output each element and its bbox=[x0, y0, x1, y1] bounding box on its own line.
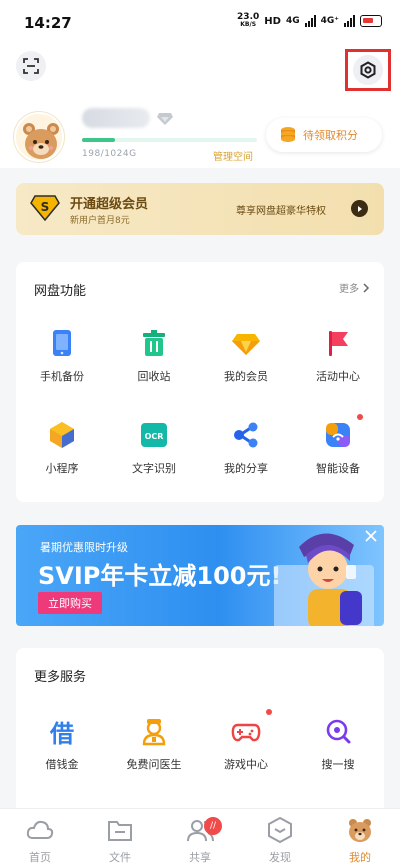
scan-button[interactable] bbox=[16, 51, 46, 81]
vip-banner-subtitle: 新用户首月8元 bbox=[70, 216, 130, 226]
diamond-icon bbox=[232, 334, 260, 355]
status-indicators: 23.0 KB/S HD 4G 4G⁺ bbox=[237, 13, 382, 29]
cloud-icon bbox=[26, 820, 54, 839]
feature-phone-backup[interactable]: 手机备份 bbox=[16, 328, 108, 384]
feature-recycle-bin[interactable]: 回收站 bbox=[108, 328, 200, 384]
more-services-card: 更多服务 借 借钱金 免费问医生 游戏中心 搜一搜 bbox=[16, 648, 384, 818]
promo-tagline: 暑期优惠限时升级 bbox=[40, 541, 128, 554]
signal-4g-1: 4G bbox=[285, 16, 300, 26]
bottom-tab-bar: 首页 文件 // 共享 发现 我的 bbox=[0, 808, 400, 867]
hd-indicator: HD bbox=[264, 15, 281, 27]
flag-icon bbox=[329, 331, 348, 356]
settings-hexagon-icon bbox=[360, 61, 376, 79]
status-time: 14:27 bbox=[24, 14, 72, 32]
avatar[interactable] bbox=[14, 112, 64, 162]
service-loan[interactable]: 借 借钱金 bbox=[16, 716, 108, 772]
notification-badge: // bbox=[204, 817, 222, 835]
mini-program-icon bbox=[50, 422, 74, 448]
discover-icon bbox=[268, 816, 292, 844]
svg-text:S: S bbox=[41, 200, 50, 214]
buy-now-button[interactable]: 立即购买 bbox=[38, 592, 102, 614]
vip-upgrade-banner[interactable]: S 开通超级会员 新用户首月8元 尊享网盘超豪华特权 bbox=[16, 183, 384, 235]
claim-points-button[interactable]: 待领取积分 bbox=[266, 118, 382, 152]
section-title: 网盘功能 bbox=[34, 284, 87, 299]
service-search[interactable]: 搜一搜 bbox=[292, 716, 384, 772]
network-speed: 23.0 KB/S bbox=[237, 12, 260, 29]
vip-banner-slogan: 尊享网盘超豪华特权 bbox=[236, 206, 326, 217]
recycle-bin-icon bbox=[143, 330, 165, 356]
feature-ocr[interactable]: OCR 文字识别 bbox=[108, 420, 200, 476]
storage-usage-text: 198/1024G bbox=[82, 149, 137, 159]
tab-discover[interactable]: 发现 bbox=[240, 815, 320, 865]
scan-icon bbox=[23, 58, 39, 74]
tab-mine[interactable]: 我的 bbox=[320, 815, 400, 865]
storage-progress-bar bbox=[82, 138, 257, 142]
signal-4g-2: 4G⁺ bbox=[320, 16, 339, 26]
feature-my-membership[interactable]: 我的会员 bbox=[200, 328, 292, 384]
signal-icon-2 bbox=[344, 15, 355, 27]
bear-avatar-icon bbox=[23, 123, 59, 159]
feature-smart-devices[interactable]: 智能设备 bbox=[292, 414, 384, 476]
svip-badge-icon: S bbox=[30, 195, 60, 221]
signal-icon-1 bbox=[304, 15, 316, 27]
phone-backup-icon bbox=[53, 330, 71, 356]
status-bar: 14:27 23.0 KB/S HD 4G 4G⁺ bbox=[0, 0, 400, 44]
profile-header: 198/1024G 管理空间 待领取积分 bbox=[0, 44, 400, 168]
tab-home[interactable]: 首页 bbox=[0, 815, 80, 865]
loan-icon: 借 bbox=[50, 719, 74, 748]
new-indicator-dot bbox=[357, 414, 363, 420]
storage-progress-fill bbox=[82, 138, 116, 142]
claim-points-label: 待领取积分 bbox=[303, 129, 358, 142]
feature-my-shares[interactable]: 我的分享 bbox=[200, 420, 292, 476]
manage-storage-link[interactable]: 管理空间 bbox=[213, 148, 253, 163]
feature-activity-center[interactable]: 活动中心 bbox=[292, 328, 384, 384]
svg-text:OCR: OCR bbox=[145, 432, 164, 441]
chevron-right-icon bbox=[351, 200, 368, 217]
share-icon bbox=[234, 422, 258, 448]
tab-files[interactable]: 文件 bbox=[80, 815, 160, 865]
vip-banner-title: 开通超级会员 bbox=[70, 197, 149, 212]
vip-gem-icon[interactable] bbox=[156, 112, 174, 126]
ocr-icon: OCR bbox=[141, 423, 167, 447]
tab-shared[interactable]: // 共享 bbox=[160, 815, 240, 865]
search-icon bbox=[326, 719, 351, 744]
coin-stack-icon bbox=[281, 127, 295, 142]
folder-icon bbox=[108, 821, 132, 841]
doctor-icon bbox=[142, 719, 166, 746]
gamepad-icon bbox=[231, 723, 261, 742]
new-indicator-dot bbox=[266, 709, 272, 715]
feature-mini-program[interactable]: 小程序 bbox=[16, 420, 108, 476]
svip-promo-banner[interactable]: 暑期优惠限时升级 SVIP年卡立减100元! 立即购买 bbox=[16, 525, 384, 626]
service-game-center[interactable]: 游戏中心 bbox=[200, 709, 292, 772]
settings-button[interactable] bbox=[345, 49, 391, 91]
promo-headline: SVIP年卡立减100元! bbox=[38, 562, 282, 590]
battery-icon bbox=[360, 15, 382, 27]
more-link[interactable]: 更多 bbox=[339, 280, 370, 295]
chevron-right-icon bbox=[363, 282, 370, 293]
netdisk-functions-card: 网盘功能 更多 手机备份 回收站 我的会员 活动中心 小程序 OCR 文字识别 … bbox=[16, 262, 384, 502]
bear-avatar-icon bbox=[349, 819, 371, 842]
section-title: 更多服务 bbox=[34, 670, 87, 685]
smart-device-icon bbox=[326, 423, 350, 447]
username-blurred bbox=[82, 108, 150, 128]
close-icon[interactable] bbox=[364, 529, 378, 543]
service-free-doctor[interactable]: 免费问医生 bbox=[108, 716, 200, 772]
